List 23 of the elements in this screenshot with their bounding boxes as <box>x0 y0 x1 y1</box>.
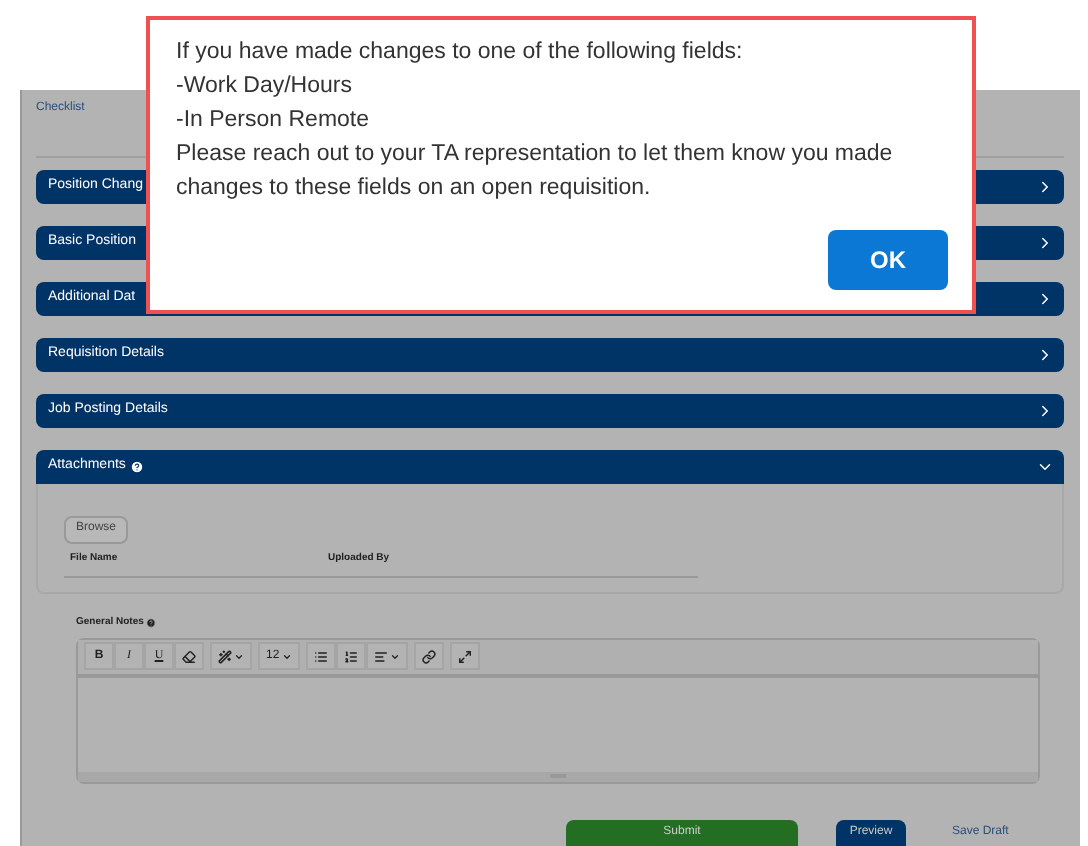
fullscreen-icon <box>457 649 472 663</box>
dialog-message: If you have made changes to one of the following fields: -Work Day/Hours -In Person Remote Please reach out to your TA representation to let them know you made changes to these fields on an open requisition. <box>176 38 895 204</box>
chevron-right-icon <box>1036 402 1054 420</box>
link-icon <box>421 649 436 663</box>
ok-button[interactable]: OK <box>828 230 948 290</box>
align-left-icon <box>373 649 388 663</box>
bullet-list-icon <box>313 649 328 663</box>
chevron-right-icon <box>1036 234 1054 252</box>
numbered-list-button[interactable] <box>335 642 366 670</box>
numbered-list-icon <box>343 649 358 663</box>
bullet-list-button[interactable] <box>305 642 336 670</box>
chevron-down-icon <box>1036 458 1054 476</box>
magic-wand-button[interactable] <box>210 642 252 670</box>
chevron-right-icon <box>1036 290 1054 308</box>
chevron-right-icon <box>1036 346 1054 364</box>
help-icon <box>145 618 156 629</box>
eraser-button[interactable] <box>174 642 204 670</box>
link-button[interactable] <box>413 642 444 670</box>
eraser-icon <box>182 649 196 663</box>
chevron-right-icon <box>1036 178 1054 196</box>
fullscreen-button[interactable] <box>449 642 480 670</box>
align-left-button[interactable] <box>365 642 408 670</box>
magic-wand-icon <box>218 649 232 663</box>
